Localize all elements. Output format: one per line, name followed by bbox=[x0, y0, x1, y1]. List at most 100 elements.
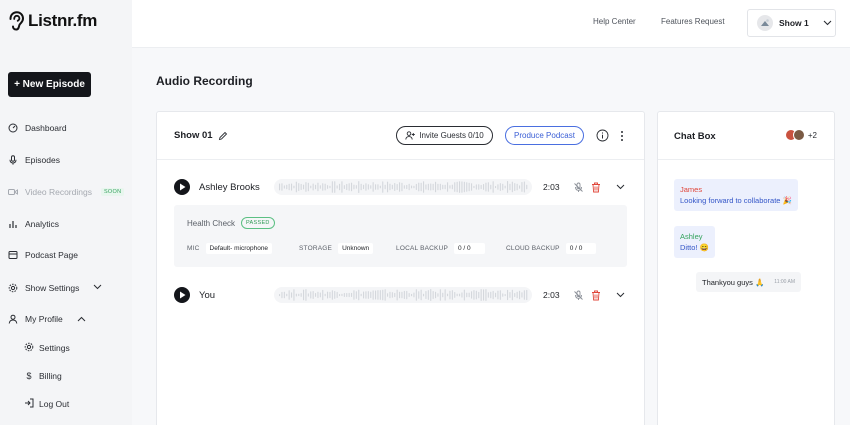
waveform[interactable] bbox=[274, 179, 532, 195]
edit-pencil-icon[interactable] bbox=[218, 131, 228, 141]
chevron-down-icon[interactable] bbox=[93, 284, 102, 290]
health-field-local-backup: LOCAL BACKUP 0 / 0 bbox=[396, 243, 485, 254]
add-user-icon bbox=[405, 131, 416, 140]
video-icon bbox=[8, 187, 18, 197]
chat-message: James Looking forward to collaborate 🎉 bbox=[674, 179, 798, 211]
sidebar: Listnr.fm + New Episode Dashboard Episod… bbox=[0, 0, 132, 425]
waveform-icon bbox=[279, 289, 528, 301]
sidebar-item-label: Episodes bbox=[25, 155, 60, 165]
track-row: You 2:03 bbox=[174, 284, 627, 306]
profile-item-label: Log Out bbox=[39, 399, 70, 409]
chat-message: Ashley Ditto! 😄 bbox=[674, 226, 715, 258]
more-options-icon[interactable] bbox=[615, 129, 628, 142]
health-field-cloud-backup: CLOUD BACKUP 0 / 0 bbox=[506, 243, 597, 254]
brand-logo[interactable]: Listnr.fm bbox=[8, 11, 97, 31]
top-bar: Help Center Features Request Show 1 bbox=[132, 0, 850, 48]
chat-message-text: Thankyou guys 🙏 bbox=[702, 277, 765, 287]
show-avatar bbox=[757, 15, 773, 31]
sidebar-item-video-recordings: Video Recordings SOON bbox=[8, 185, 125, 199]
delete-icon[interactable] bbox=[590, 290, 601, 301]
info-icon[interactable] bbox=[596, 129, 609, 142]
sidebar-item-analytics[interactable]: Analytics bbox=[8, 217, 59, 231]
delete-icon[interactable] bbox=[590, 182, 601, 193]
sidebar-item-label: Video Recordings bbox=[25, 187, 92, 197]
sidebar-item-label: Dashboard bbox=[25, 123, 67, 133]
soon-badge: SOON bbox=[100, 188, 125, 196]
page-title: Audio Recording bbox=[156, 74, 253, 88]
play-icon bbox=[179, 183, 185, 191]
sidebar-item-episodes[interactable]: Episodes bbox=[8, 153, 60, 167]
sidebar-item-label: My Profile bbox=[25, 314, 63, 324]
health-field-storage: STORAGE Unknown bbox=[299, 243, 374, 254]
chat-box-title: Chat Box bbox=[674, 131, 716, 142]
health-check-panel: Health Check PASSED MIC Default- microph… bbox=[174, 205, 627, 267]
track-duration: 2:03 bbox=[543, 290, 560, 300]
health-field-label: MIC bbox=[187, 245, 200, 252]
chat-message-text: Looking forward to collaborate 🎉 bbox=[680, 196, 792, 205]
health-check-title: Health Check bbox=[187, 219, 236, 228]
track-name: Ashley Brooks bbox=[199, 181, 260, 193]
mute-mic-icon[interactable] bbox=[573, 182, 584, 193]
sidebar-item-show-settings[interactable]: Show Settings bbox=[8, 281, 79, 295]
profile-item-settings[interactable]: Settings bbox=[24, 341, 70, 355]
produce-podcast-button[interactable]: Produce Podcast bbox=[505, 126, 584, 145]
invite-guests-button[interactable]: Invite Guests 0/10 bbox=[396, 126, 493, 145]
health-status-badge: PASSED bbox=[241, 217, 275, 229]
features-request-link[interactable]: Features Request bbox=[661, 17, 725, 26]
health-field-label: CLOUD BACKUP bbox=[506, 245, 560, 252]
sidebar-item-my-profile[interactable]: My Profile bbox=[8, 312, 63, 326]
profile-item-label: Settings bbox=[39, 343, 70, 353]
show-selector-dropdown[interactable]: Show 1 bbox=[747, 9, 836, 37]
gear-icon bbox=[8, 283, 18, 293]
page-icon bbox=[8, 250, 18, 260]
invite-guests-label: Invite Guests 0/10 bbox=[419, 131, 484, 140]
sidebar-item-label: Show Settings bbox=[25, 283, 80, 293]
sidebar-item-podcast-page[interactable]: Podcast Page bbox=[8, 248, 78, 262]
health-field-label: STORAGE bbox=[299, 245, 333, 252]
play-button[interactable] bbox=[174, 179, 190, 195]
chat-message-sender: Ashley bbox=[680, 232, 703, 241]
logout-icon bbox=[24, 398, 34, 410]
sidebar-item-label: Analytics bbox=[25, 219, 60, 229]
health-field-value: Default- microphone bbox=[205, 243, 273, 254]
show-name: Show 01 bbox=[174, 130, 228, 141]
health-field-mic: MIC Default- microphone bbox=[187, 243, 273, 254]
mic-icon bbox=[8, 155, 18, 165]
mute-mic-icon[interactable] bbox=[573, 290, 584, 301]
new-episode-button[interactable]: + New Episode bbox=[8, 72, 91, 97]
participant-avatars[interactable]: +2 bbox=[784, 129, 817, 141]
chevron-up-icon[interactable] bbox=[77, 316, 86, 322]
chevron-down-icon bbox=[823, 20, 832, 26]
track-name: You bbox=[199, 289, 216, 301]
dollar-icon: $ bbox=[26, 371, 32, 381]
sidebar-item-label: Podcast Page bbox=[25, 250, 78, 260]
chat-message-text: Ditto! 😄 bbox=[680, 243, 709, 252]
health-field-value: Unknown bbox=[338, 243, 374, 254]
ear-logo-icon bbox=[9, 11, 25, 31]
chat-box-panel: Chat Box +2 James Looking forward to col… bbox=[657, 111, 835, 425]
chat-message-time: 11:00 AM bbox=[774, 279, 796, 285]
waveform[interactable] bbox=[274, 287, 532, 303]
play-button[interactable] bbox=[174, 287, 190, 303]
user-icon bbox=[8, 314, 18, 324]
track-row: Ashley Brooks 2:03 bbox=[174, 176, 627, 198]
help-center-link[interactable]: Help Center bbox=[593, 17, 636, 26]
extra-participants-count: +2 bbox=[807, 130, 817, 140]
bar-chart-icon bbox=[8, 219, 18, 229]
chevron-down-icon[interactable] bbox=[615, 290, 626, 301]
chat-message-sender: James bbox=[680, 185, 703, 194]
profile-item-logout[interactable]: Log Out bbox=[24, 397, 69, 411]
profile-item-billing[interactable]: $ Billing bbox=[24, 369, 61, 383]
dashboard-icon bbox=[8, 123, 18, 133]
health-field-value: 0 / 0 bbox=[565, 243, 597, 254]
track-duration: 2:03 bbox=[543, 182, 560, 192]
waveform-icon bbox=[279, 181, 528, 193]
recording-panel: Show 01 Invite Guests 0/10 Produce Podca… bbox=[156, 111, 645, 425]
gear-icon bbox=[24, 342, 34, 354]
sidebar-item-dashboard[interactable]: Dashboard bbox=[8, 121, 67, 135]
health-field-value: 0 / 0 bbox=[454, 243, 485, 254]
chevron-down-icon[interactable] bbox=[615, 182, 626, 193]
health-field-label: LOCAL BACKUP bbox=[396, 245, 449, 252]
chat-message-own: Thankyou guys 🙏 11:00 AM bbox=[696, 272, 802, 292]
avatar bbox=[792, 129, 805, 141]
